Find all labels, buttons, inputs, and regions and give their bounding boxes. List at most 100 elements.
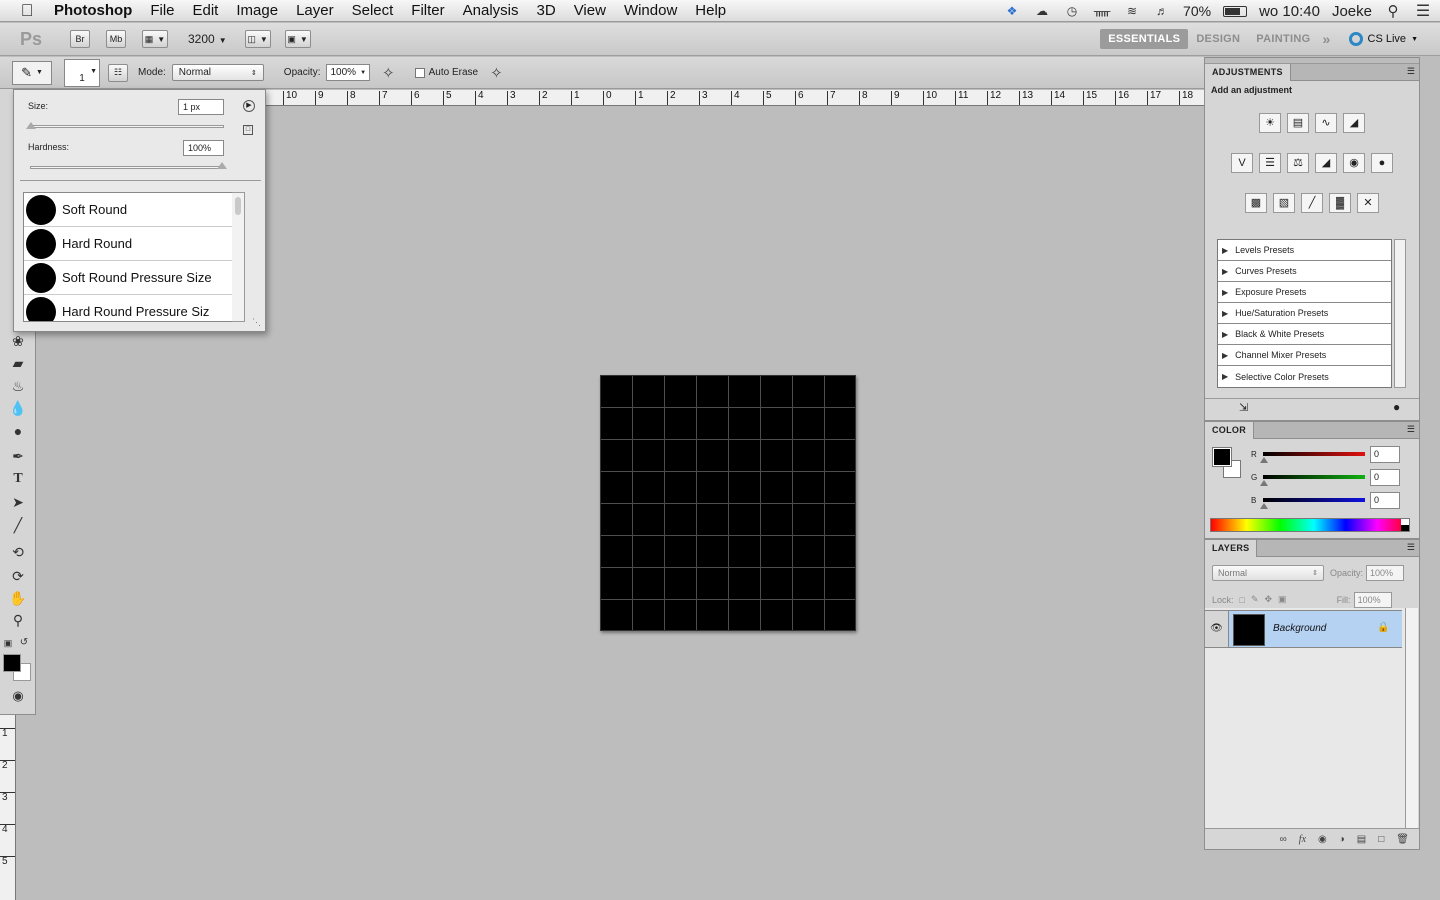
threshold-icon[interactable]: ╱ [1301, 193, 1323, 213]
type-tool-icon[interactable]: T [8, 469, 28, 489]
channel-value-input[interactable]: 0 [1370, 469, 1400, 486]
size-slider[interactable] [30, 125, 224, 128]
hardness-slider-thumb[interactable] [217, 162, 227, 169]
bluetooth-icon[interactable]: ᚅ [1093, 4, 1111, 18]
layer-background[interactable]: 👁 Background 🔒 [1205, 610, 1402, 648]
hardness-slider[interactable] [30, 166, 224, 169]
3d-rotate-tool-icon[interactable]: ⟲ [8, 542, 28, 562]
zoom-level[interactable]: 3200 ▼ [188, 32, 227, 46]
quick-mask-icon[interactable]: ◉ [8, 686, 28, 706]
color-balance-icon[interactable]: ⚖ [1287, 153, 1309, 173]
creative-cloud-icon[interactable]: ☁ [1033, 4, 1051, 18]
exposure-icon[interactable]: ◢ [1343, 113, 1365, 133]
levels-icon[interactable]: ▤ [1287, 113, 1309, 133]
dodge-tool-icon[interactable]: ● [8, 421, 28, 441]
launch-mini-bridge-button[interactable]: Mb [106, 30, 126, 48]
channel-slider[interactable] [1263, 475, 1365, 479]
workspace-design[interactable]: DESIGN [1188, 29, 1248, 49]
time-machine-icon[interactable]: ◷ [1063, 4, 1081, 18]
battery-icon[interactable] [1223, 5, 1248, 17]
vibrance-icon[interactable]: V [1231, 153, 1253, 173]
arrange-documents-button[interactable]: ◫ ▼ [244, 30, 271, 48]
popup-menu-arrow-icon[interactable]: ▶ [243, 100, 255, 112]
resize-grip-icon[interactable]: ⋱ [252, 317, 261, 328]
volume-icon[interactable]: ♬ [1153, 4, 1171, 18]
menu-file[interactable]: File [141, 2, 183, 19]
lock-transparent-icon[interactable]: □ [1240, 595, 1245, 605]
tool-preset-picker[interactable]: ✎ ▼ [12, 60, 52, 85]
clip-to-layer-icon[interactable]: ● [1393, 400, 1400, 414]
lock-position-icon[interactable]: ✥ [1265, 594, 1273, 605]
menu-image[interactable]: Image [227, 2, 287, 19]
delete-layer-icon[interactable]: 🗑 [1396, 834, 1409, 845]
notification-list-icon[interactable]: ☰ [1414, 3, 1432, 20]
invert-icon[interactable]: ▩ [1245, 193, 1267, 213]
preset-levels[interactable]: ▶ Levels Presets [1218, 240, 1391, 261]
link-layers-icon[interactable]: ∞ [1280, 834, 1287, 845]
scrollbar-thumb[interactable] [235, 197, 241, 215]
channel-slider[interactable] [1263, 452, 1365, 456]
new-layer-icon[interactable]: □ [1378, 834, 1384, 845]
clock[interactable]: wo 10:40 [1259, 3, 1320, 20]
document-canvas[interactable] [600, 375, 856, 631]
eraser-tool-icon[interactable]: ▰ [8, 353, 28, 373]
line-tool-icon[interactable]: ╱ [8, 515, 28, 535]
add-mask-icon[interactable]: ◉ [1318, 834, 1327, 845]
black-white-icon[interactable]: ◢ [1315, 153, 1337, 173]
workspace-essentials[interactable]: ESSENTIALS [1100, 29, 1189, 49]
user-name[interactable]: Joeke [1332, 3, 1372, 20]
tablet-opacity-pressure-icon[interactable]: ✧ [382, 64, 395, 82]
hardness-input[interactable]: 100% [183, 140, 224, 156]
brush-item-hard-round[interactable]: Hard Round [24, 227, 232, 261]
brush-item-soft-round[interactable]: Soft Round [24, 193, 232, 227]
gradient-map-icon[interactable]: ▓ [1329, 193, 1351, 213]
layers-scrollbar[interactable] [1405, 608, 1418, 828]
menu-3d[interactable]: 3D [528, 2, 565, 19]
preset-curves[interactable]: ▶ Curves Presets [1218, 261, 1391, 282]
brush-list-scrollbar[interactable] [232, 192, 245, 322]
menu-edit[interactable]: Edit [184, 2, 228, 19]
menu-select[interactable]: Select [343, 2, 403, 19]
layer-opacity-input[interactable]: 100% [1366, 564, 1405, 581]
hand-tool-icon[interactable]: ✋ [8, 588, 28, 608]
panel-menu-icon[interactable]: ☰ [1407, 542, 1415, 553]
selective-color-icon[interactable]: ✕ [1357, 193, 1379, 213]
panel-menu-icon[interactable]: ☰ [1407, 66, 1415, 77]
tab-adjustments[interactable]: ADJUSTMENTS [1205, 64, 1291, 81]
foreground-color-swatch[interactable] [1212, 447, 1232, 467]
menu-filter[interactable]: Filter [402, 2, 453, 19]
cs-live-button[interactable]: CS Live ▼ [1348, 32, 1418, 46]
lock-all-icon[interactable]: ▣ [1278, 594, 1287, 605]
menu-layer[interactable]: Layer [287, 2, 343, 19]
brush-item-soft-round-pressure-size[interactable]: Soft Round Pressure Size [24, 261, 232, 295]
preset-exposure[interactable]: ▶ Exposure Presets [1218, 282, 1391, 303]
fill-input[interactable]: 100% [1353, 591, 1392, 608]
brush-panel-toggle[interactable]: ☷ [108, 63, 128, 82]
battery-percent[interactable]: 70% [1183, 3, 1211, 19]
screen-mode-button[interactable]: ▣ ▼ [284, 30, 311, 48]
pen-tool-icon[interactable]: ✒ [8, 446, 28, 466]
brush-preset-picker[interactable]: 1 ▼ [64, 58, 100, 87]
workspace-painting[interactable]: PAINTING [1248, 29, 1318, 49]
brush-item-hard-round-pressure-size[interactable]: Hard Round Pressure Siz [24, 295, 232, 321]
auto-erase-checkbox[interactable] [414, 67, 425, 78]
vertical-ruler[interactable]: 1 2 3 4 5 [0, 714, 16, 900]
lock-image-icon[interactable]: ✎ [1251, 594, 1259, 605]
size-input[interactable]: 1 px [178, 99, 224, 115]
tab-color[interactable]: COLOR [1205, 422, 1254, 439]
menu-window[interactable]: Window [615, 2, 686, 19]
tab-layers[interactable]: LAYERS [1205, 540, 1258, 557]
channel-slider[interactable] [1263, 498, 1365, 502]
new-preset-icon[interactable]: □ [243, 125, 253, 135]
opacity-input[interactable]: 100% ▼ [326, 64, 371, 81]
preset-hue-saturation[interactable]: ▶ Hue/Saturation Presets [1218, 303, 1391, 324]
paint-bucket-tool-icon[interactable]: ♨ [8, 376, 28, 396]
apple-menu-icon[interactable]:  [0, 1, 54, 21]
hue-saturation-icon[interactable]: ☰ [1259, 153, 1281, 173]
dropbox-icon[interactable]: ❖ [1003, 4, 1021, 18]
spotlight-search-icon[interactable]: ⚲ [1384, 3, 1402, 20]
channel-slider-thumb[interactable] [1260, 503, 1268, 509]
layer-style-fx-icon[interactable]: fx [1299, 834, 1306, 845]
path-selection-tool-icon[interactable]: ➤ [8, 492, 28, 512]
view-extras-button[interactable]: ▦ ▼ [142, 30, 168, 48]
